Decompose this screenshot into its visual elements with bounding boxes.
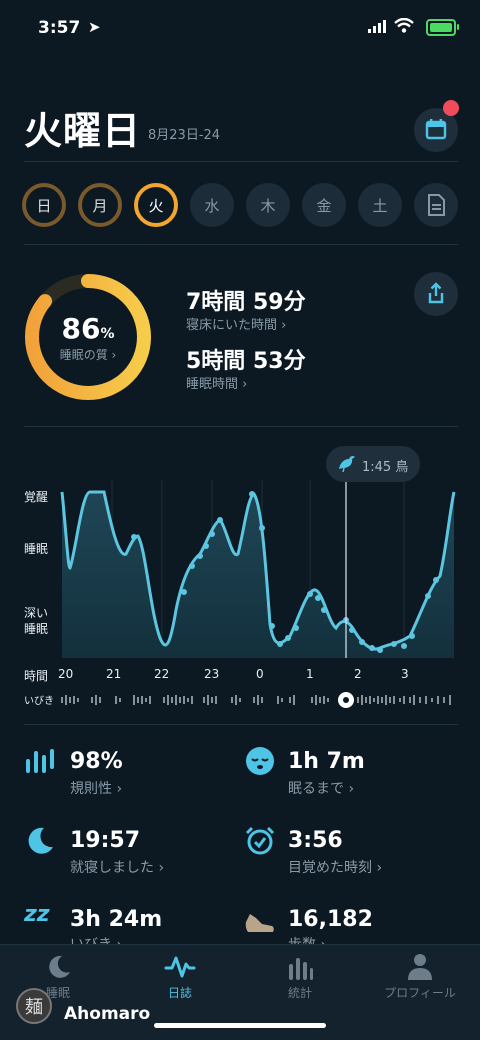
notification-badge	[443, 100, 459, 116]
share-button[interactable]	[414, 272, 458, 316]
divider	[24, 161, 458, 162]
status-time: 3:57	[38, 18, 81, 38]
x-tick: 22	[154, 667, 170, 681]
y-label-deep-1: 深い	[24, 606, 49, 620]
watermark-name: Ahomaro	[64, 1004, 151, 1024]
snoring-value: 3h 24m	[70, 907, 163, 932]
marker-label: 1:45 鳥	[362, 456, 408, 475]
x-tick: 2	[354, 667, 362, 681]
notes-button[interactable]	[414, 183, 458, 227]
steps-value: 16,182	[288, 907, 373, 932]
weekday-sun[interactable]: 日	[22, 183, 66, 227]
moon-icon	[49, 955, 70, 978]
signal-icon	[368, 20, 386, 33]
y-label-sleep: 睡眠	[24, 542, 49, 556]
quality-label[interactable]: 睡眠の質 ›	[22, 346, 154, 363]
tab-profile[interactable]: プロフィール	[372, 950, 468, 1000]
tab-stats[interactable]: 統計	[252, 950, 348, 1000]
bars-icon	[26, 749, 54, 773]
date-range: 8月23日-24	[148, 128, 221, 143]
marker-time: 1:45	[362, 460, 392, 475]
person-icon	[408, 954, 432, 980]
day-title: 火曜日	[24, 109, 142, 153]
tab-journal[interactable]: 日誌	[132, 950, 228, 1000]
tab-profile-label: プロフィール	[384, 986, 456, 1000]
tab-journal-label: 日誌	[167, 986, 192, 1000]
x-tick: 1	[306, 667, 314, 681]
weekday-fri[interactable]: 金	[302, 183, 346, 227]
quality-percent: 86%	[22, 312, 154, 345]
steps-label[interactable]: 歩数 ›	[288, 934, 326, 944]
weekday-tue[interactable]: 火	[134, 183, 178, 227]
time-in-bed-value: 7時間 59分	[186, 290, 306, 315]
watermark-avatar: 麺	[16, 988, 52, 1024]
wakeup-label[interactable]: 目覚めた時刻 ›	[288, 857, 382, 877]
x-tick: 23	[204, 667, 220, 681]
snoring-label[interactable]: いびき ›	[70, 934, 122, 944]
divider	[24, 244, 458, 245]
alarm-icon	[245, 826, 275, 855]
x-tick: 20	[58, 667, 74, 681]
y-label-awake: 覚醒	[24, 490, 49, 504]
sleepy-face-icon	[246, 747, 274, 775]
quality-value: 86	[61, 312, 101, 345]
document-icon	[428, 194, 445, 216]
waveform-icon	[164, 956, 196, 978]
regularity-value: 98%	[70, 749, 123, 774]
divider	[24, 426, 458, 427]
weekday-wed[interactable]: 水	[190, 183, 234, 227]
x-tick: 0	[256, 667, 264, 681]
weekday-sat[interactable]: 土	[358, 183, 402, 227]
moon-icon	[28, 827, 53, 854]
quality-unit: %	[100, 326, 115, 342]
share-icon	[428, 282, 444, 304]
home-indicator[interactable]	[154, 1023, 326, 1028]
marker-type: 鳥	[395, 460, 409, 475]
sleep-time-value: 5時間 53分	[186, 349, 306, 374]
wakeup-value: 3:56	[288, 828, 343, 853]
snore-track-label: いびき	[24, 696, 54, 707]
x-axis-label: 時間	[24, 669, 49, 683]
latency-label[interactable]: 眠るまで ›	[288, 778, 354, 798]
wifi-icon	[394, 18, 414, 33]
battery-icon	[426, 19, 459, 36]
time-in-bed-label[interactable]: 寝床にいた時間 ›	[186, 314, 286, 333]
x-tick: 3	[401, 667, 409, 681]
bedtime-value: 19:57	[70, 828, 141, 853]
x-tick: 21	[106, 667, 122, 681]
weekday-thu[interactable]: 木	[246, 183, 290, 227]
bird-icon	[336, 454, 356, 476]
divider	[24, 724, 458, 725]
regularity-label[interactable]: 規則性 ›	[70, 778, 122, 798]
zzz-icon: zz	[24, 902, 50, 927]
sleep-time-label[interactable]: 睡眠時間 ›	[186, 373, 247, 392]
latency-value: 1h 7m	[288, 749, 365, 774]
location-arrow-icon: ➤	[88, 18, 101, 36]
stats-bars-icon	[289, 958, 313, 980]
shoe-icon	[245, 914, 274, 932]
y-label-deep-2: 睡眠	[24, 622, 49, 636]
bedtime-label[interactable]: 就寝しました ›	[70, 857, 164, 877]
weekday-mon[interactable]: 月	[78, 183, 122, 227]
tab-stats-label: 統計	[287, 986, 312, 1000]
